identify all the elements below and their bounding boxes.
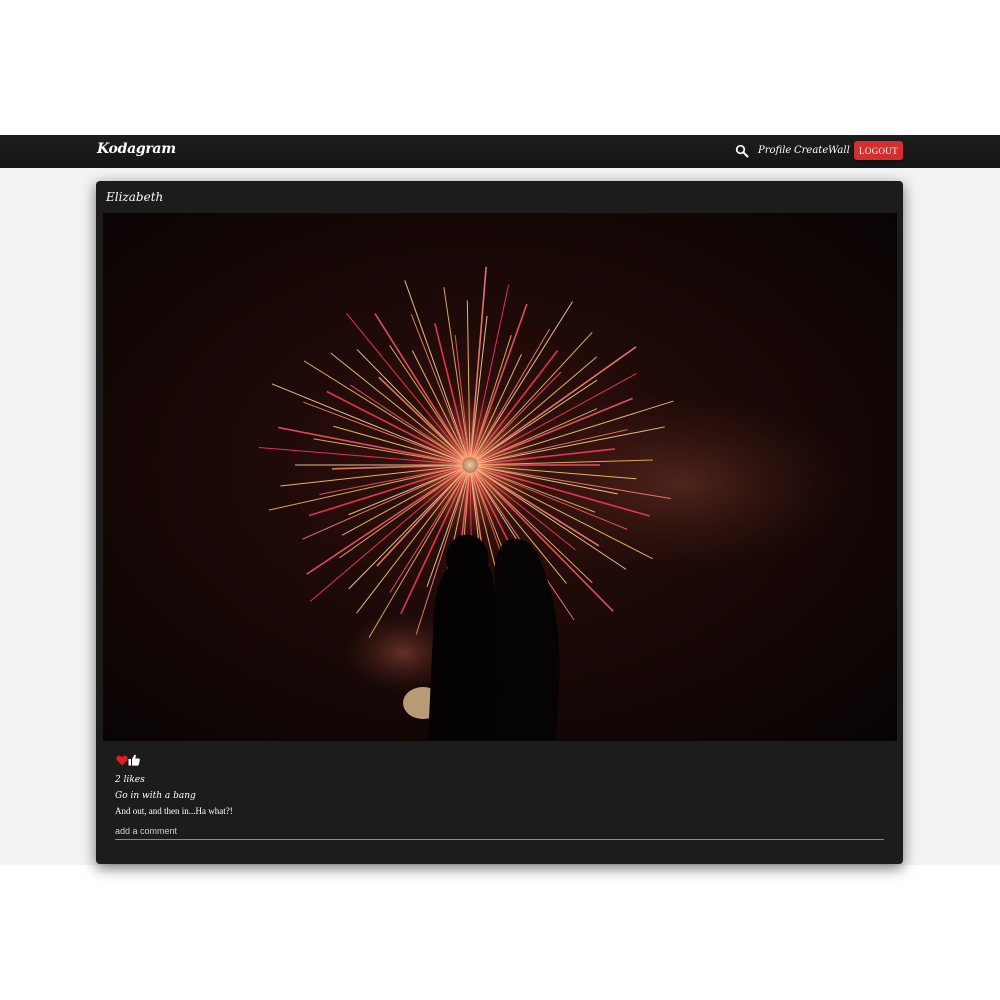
brand-logo[interactable]: Kodagram [97,141,176,157]
post-author[interactable]: Elizabeth [106,190,163,204]
nav-link-wall[interactable]: Wall [828,145,850,156]
logout-button[interactable]: LOGOUT [854,141,903,160]
comment-input[interactable] [115,822,884,840]
post-image [103,213,897,741]
nav-link-profile[interactable]: Profile [758,145,791,156]
nav-link-create[interactable]: Create [794,145,828,156]
likes-count: 2 likes [115,775,145,785]
post-body: And out, and then in...Ha what?! [115,806,233,816]
thumbs-up-icon[interactable] [128,754,140,766]
heart-icon[interactable] [116,755,128,766]
post-title: Go in with a bang [115,791,196,801]
search-icon[interactable] [735,144,749,158]
